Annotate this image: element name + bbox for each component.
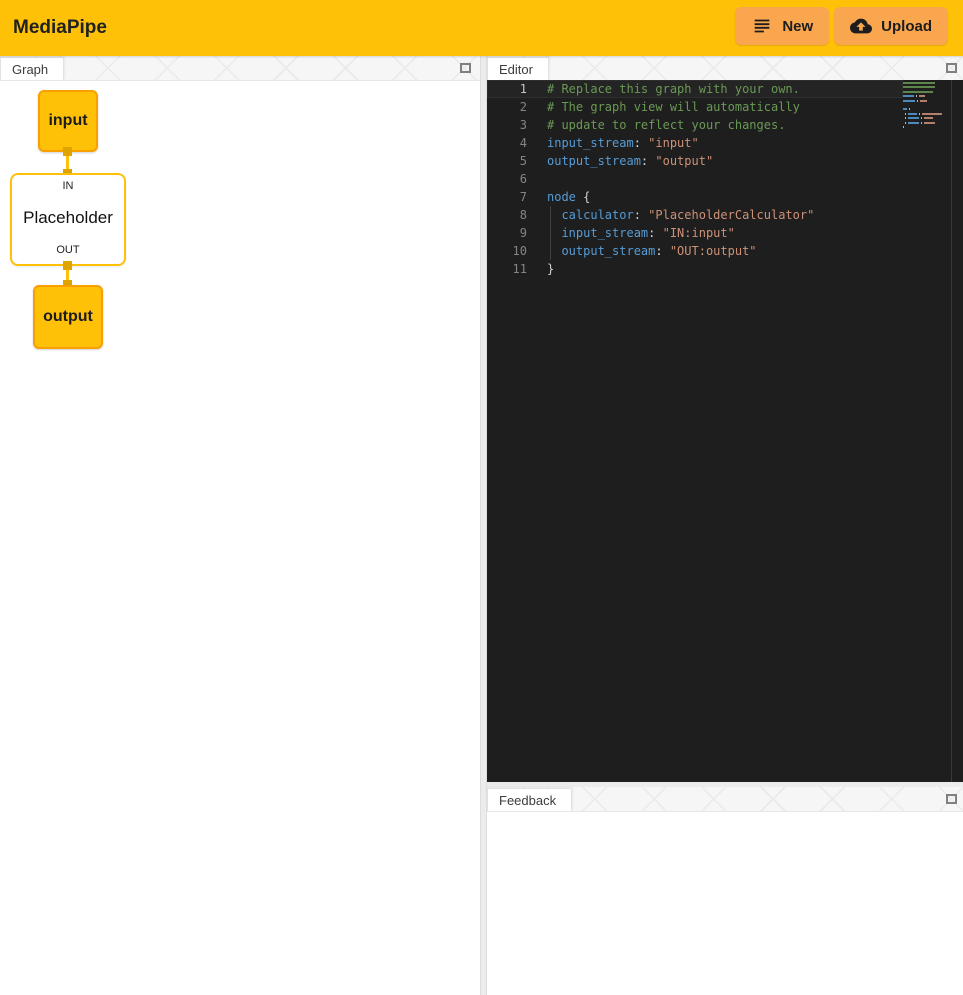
app-title: MediaPipe <box>13 17 107 39</box>
main-layout: Graph input IN Placeholder OUT output <box>0 56 963 995</box>
tab-editor[interactable]: Editor <box>487 57 549 80</box>
line-number: 5 <box>487 152 527 170</box>
line-number: 11 <box>487 260 527 278</box>
graph-maximize-icon[interactable] <box>458 60 473 75</box>
graph-panel: Graph input IN Placeholder OUT output <box>0 56 480 995</box>
feedback-content <box>487 811 963 995</box>
feedback-panel: Feedback <box>487 787 963 995</box>
upload-button-label: Upload <box>881 18 932 35</box>
header-actions: New Upload <box>735 7 948 45</box>
editor-minimap[interactable] <box>903 82 951 130</box>
graph-node-placeholder[interactable]: IN Placeholder OUT <box>10 173 126 266</box>
placeholder-in-label: IN <box>63 180 74 192</box>
line-number: 2 <box>487 98 527 116</box>
feedback-tabstrip: Feedback <box>487 787 963 811</box>
subject-icon <box>751 15 773 37</box>
graph-node-output-label: output <box>43 308 93 326</box>
line-number: 10 <box>487 242 527 260</box>
editor-tabstrip: Editor <box>487 56 963 80</box>
graph-node-input-label: input <box>48 112 87 130</box>
placeholder-out-label: OUT <box>56 244 79 256</box>
line-number: 9 <box>487 224 527 242</box>
line-number: 3 <box>487 116 527 134</box>
code-line[interactable]: 2# The graph view will automatically <box>487 98 903 116</box>
code-line[interactable]: 6 <box>487 170 903 188</box>
graph-tabstrip: Graph <box>0 56 480 80</box>
tab-feedback[interactable]: Feedback <box>487 788 572 811</box>
code-line[interactable]: 3# update to reflect your changes. <box>487 116 903 134</box>
tab-editor-label: Editor <box>499 62 533 77</box>
graph-node-input[interactable]: input <box>38 90 98 152</box>
code-line[interactable]: 11} <box>487 260 903 278</box>
app-header: MediaPipe New Upload <box>0 0 963 56</box>
graph-canvas[interactable]: input IN Placeholder OUT output <box>0 80 480 995</box>
new-button-label: New <box>782 18 813 35</box>
feedback-maximize-icon[interactable] <box>944 791 959 806</box>
line-number: 8 <box>487 206 527 224</box>
tab-feedback-label: Feedback <box>499 793 556 808</box>
code-line[interactable]: 4input_stream: "input" <box>487 134 903 152</box>
code-line[interactable]: 5output_stream: "output" <box>487 152 903 170</box>
editor-scrollbar[interactable] <box>951 80 963 782</box>
placeholder-label: Placeholder <box>23 208 113 228</box>
line-number: 7 <box>487 188 527 206</box>
indent-guide <box>550 206 551 260</box>
graph-node-output[interactable]: output <box>33 285 103 349</box>
cloud-upload-icon <box>850 15 872 37</box>
port-input-out <box>63 147 72 156</box>
editor-maximize-icon[interactable] <box>944 60 959 75</box>
upload-button[interactable]: Upload <box>834 7 948 45</box>
line-number: 6 <box>487 170 527 188</box>
right-column: Editor 1# Replace this graph with your o… <box>487 56 963 995</box>
code-editor[interactable]: 1# Replace this graph with your own.2# T… <box>487 80 963 782</box>
port-placeholder-out <box>63 261 72 270</box>
code-line[interactable]: 1# Replace this graph with your own. <box>487 80 903 98</box>
editor-panel: Editor 1# Replace this graph with your o… <box>487 56 963 782</box>
tab-graph-label: Graph <box>12 62 48 77</box>
tab-graph[interactable]: Graph <box>0 57 64 80</box>
new-button[interactable]: New <box>735 7 829 45</box>
vertical-splitter[interactable] <box>480 56 487 995</box>
code-line[interactable]: 7node { <box>487 188 903 206</box>
line-number: 4 <box>487 134 527 152</box>
line-number: 1 <box>487 80 527 98</box>
